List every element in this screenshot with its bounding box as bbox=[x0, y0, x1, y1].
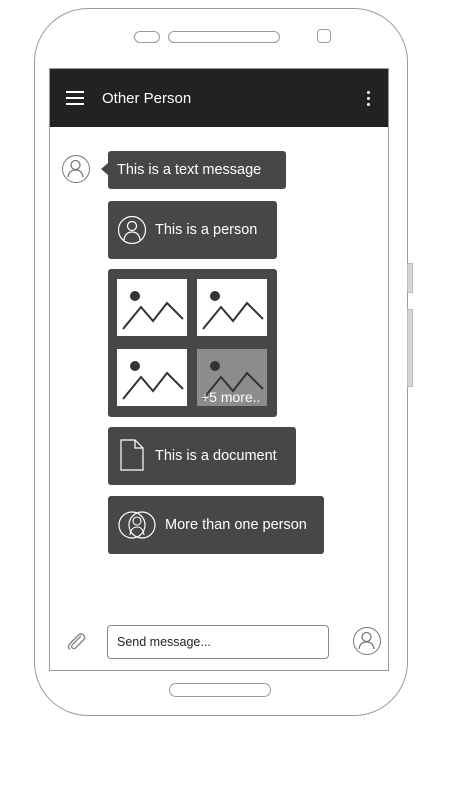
image-gallery-bubble[interactable]: +5 more.. bbox=[108, 269, 277, 417]
person-message-bubble[interactable]: This is a person bbox=[108, 201, 277, 259]
text-message-bubble[interactable]: This is a text message bbox=[101, 151, 286, 189]
gallery-more-tile[interactable]: +5 more.. bbox=[197, 349, 267, 406]
hamburger-menu-icon[interactable] bbox=[66, 91, 86, 105]
app-bar: Other Person bbox=[50, 69, 388, 127]
power-button bbox=[407, 309, 413, 387]
image-placeholder-icon bbox=[122, 361, 184, 400]
gallery-image-1[interactable] bbox=[117, 279, 187, 336]
gallery-image-3[interactable] bbox=[117, 349, 187, 406]
home-button[interactable] bbox=[169, 683, 271, 697]
person-avatar-icon bbox=[67, 159, 84, 178]
app-screen: Other Person This is a text message This… bbox=[49, 68, 389, 671]
group-message-bubble[interactable]: More than one person bbox=[108, 496, 324, 554]
person-avatar-icon bbox=[358, 631, 375, 650]
document-icon bbox=[120, 439, 144, 471]
sender-avatar[interactable] bbox=[62, 155, 90, 183]
message-composer bbox=[50, 614, 388, 670]
conversation-title: Other Person bbox=[102, 89, 192, 107]
phone-sensor bbox=[134, 31, 160, 43]
image-placeholder-icon bbox=[122, 291, 184, 330]
more-images-label: +5 more.. bbox=[201, 389, 261, 405]
phone-earpiece bbox=[168, 31, 280, 43]
document-message-label: This is a document bbox=[155, 448, 277, 464]
volume-button bbox=[407, 263, 413, 293]
image-placeholder-icon bbox=[202, 291, 264, 330]
phone-camera bbox=[317, 29, 331, 43]
message-input[interactable] bbox=[107, 625, 329, 659]
more-vert-icon[interactable] bbox=[358, 88, 378, 108]
text-message-content: This is a text message bbox=[117, 162, 262, 178]
group-message-label: More than one person bbox=[165, 517, 307, 533]
current-user-avatar[interactable] bbox=[353, 627, 381, 655]
paperclip-icon[interactable] bbox=[65, 630, 87, 652]
person-avatar-icon bbox=[117, 215, 147, 245]
document-message-bubble[interactable]: This is a document bbox=[108, 427, 296, 485]
gallery-image-2[interactable] bbox=[197, 279, 267, 336]
person-message-label: This is a person bbox=[155, 222, 258, 238]
group-icon bbox=[118, 511, 156, 539]
